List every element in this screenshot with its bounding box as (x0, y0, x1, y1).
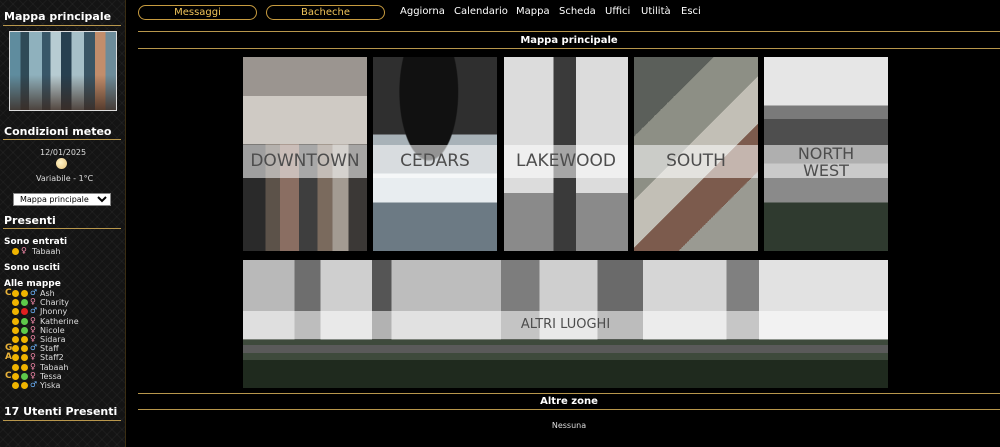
user-name[interactable]: Charity (40, 298, 69, 307)
map-tile-lakewood[interactable]: LAKEWOOD (504, 57, 628, 251)
user-name[interactable]: Yiska (40, 381, 60, 390)
male-icon: ♂ (30, 306, 38, 316)
female-icon: ♀ (30, 315, 36, 325)
tile-label: LAKEWOOD (504, 145, 628, 178)
divider (3, 420, 121, 421)
entered-label: Sono entrati (4, 237, 68, 247)
messages-button[interactable]: Messaggi (138, 5, 257, 20)
map-tile-northwest[interactable]: NORTH WEST (764, 57, 888, 251)
tile-label: CEDARS (373, 145, 497, 178)
role-badge: A (5, 352, 12, 363)
nav-link-mappa[interactable]: Mappa (516, 6, 550, 17)
weather-title: Condizioni meteo (4, 125, 112, 138)
divider (3, 25, 121, 26)
nav-link-calendario[interactable]: Calendario (454, 6, 508, 17)
map-select[interactable]: Mappa principale (13, 193, 111, 206)
female-icon: ♀ (30, 334, 36, 343)
moon-icon (56, 158, 67, 169)
tile-label-line: NORTH (797, 144, 855, 163)
sidebar: Mappa principale Condizioni meteo 12/01/… (0, 0, 126, 447)
divider (138, 409, 1000, 410)
status-dot (12, 248, 19, 255)
divider (3, 139, 121, 140)
rank-dot (12, 317, 19, 325)
divider (3, 228, 121, 229)
rank-dot (12, 326, 19, 334)
top-navigation: Messaggi Bacheche Aggiorna Calendario Ma… (138, 0, 1000, 26)
map-tile-south[interactable]: SOUTH (634, 57, 758, 251)
user-name[interactable]: Katherine (40, 317, 79, 326)
nav-link-aggiorna[interactable]: Aggiorna (400, 6, 445, 17)
other-zones-text: Nessuna (551, 421, 587, 430)
rank-dot (12, 308, 19, 316)
weather-date: 12/01/2025 (40, 148, 87, 157)
rank-dot (12, 345, 19, 353)
page-title: Mappa principale (520, 35, 618, 46)
divider (138, 393, 1000, 394)
role-badge: C (5, 370, 12, 381)
rank-dot (12, 354, 19, 362)
nav-link-utilita[interactable]: Utilità (641, 6, 671, 17)
user-name[interactable]: Tabaah (40, 363, 68, 372)
status-dot (21, 308, 28, 316)
tile-label: NORTH WEST (764, 144, 888, 180)
weather-description: Variabile - 1°C (36, 174, 94, 183)
other-zones-title: Altre zone (540, 396, 598, 407)
exited-label: Sono usciti (4, 263, 60, 273)
status-dot (21, 363, 28, 371)
rank-dot (12, 363, 19, 371)
user-name[interactable]: Staff (40, 344, 59, 353)
rank-dot (12, 372, 19, 380)
user-name[interactable]: Ash (40, 289, 55, 298)
divider (138, 48, 1000, 49)
boards-button[interactable]: Bacheche (266, 5, 385, 20)
status-dot (21, 345, 28, 353)
user-name[interactable]: Nicole (40, 326, 65, 335)
tile-label-line: WEST (803, 161, 849, 180)
male-icon: ♂ (30, 343, 38, 353)
status-dot (21, 354, 28, 362)
rank-dot (12, 290, 19, 297)
rank-dot (12, 336, 19, 343)
users-count: 17 Utenti Presenti (4, 405, 118, 418)
nav-link-uffici[interactable]: Uffici (605, 6, 630, 17)
female-icon: ♀ (30, 370, 36, 380)
female-icon: ♀ (30, 361, 36, 371)
tile-label: ALTRI LUOGHI (243, 311, 888, 339)
status-dot (21, 317, 28, 325)
nav-link-scheda[interactable]: Scheda (559, 6, 596, 17)
male-icon: ♂ (30, 380, 38, 389)
status-dot (21, 326, 28, 334)
female-icon: ♀ (30, 324, 36, 334)
bridge-shape (243, 345, 888, 353)
male-icon: ♂ (30, 288, 38, 297)
female-icon: ♀ (21, 246, 27, 255)
rank-dot (12, 299, 19, 307)
present-title: Presenti (4, 214, 56, 227)
user-name[interactable]: Tessa (40, 372, 62, 381)
map-thumbnail-image[interactable] (9, 31, 117, 111)
divider (138, 31, 1000, 32)
user-name[interactable]: Staff2 (40, 353, 64, 362)
user-name[interactable]: Sidara (40, 335, 65, 344)
status-dot (21, 372, 28, 380)
map-tile-downtown[interactable]: DOWNTOWN (243, 57, 367, 251)
nav-link-esci[interactable]: Esci (681, 6, 701, 17)
status-dot (21, 382, 28, 389)
female-icon: ♀ (30, 297, 36, 307)
map-tile-cedars[interactable]: CEDARS (373, 57, 497, 251)
user-name[interactable]: Jhonny (40, 307, 67, 316)
status-dot (21, 336, 28, 343)
user-name[interactable]: Tabaah (32, 247, 60, 256)
rank-dot (12, 382, 19, 389)
role-badge: C (5, 288, 12, 298)
sidebar-title: Mappa principale (4, 10, 112, 23)
female-icon: ♀ (30, 352, 36, 362)
tile-label: DOWNTOWN (243, 145, 367, 178)
tile-label: SOUTH (634, 145, 758, 178)
map-tile-altri-luoghi[interactable]: ALTRI LUOGHI (243, 260, 888, 388)
status-dot (21, 290, 28, 297)
status-dot (21, 299, 28, 307)
